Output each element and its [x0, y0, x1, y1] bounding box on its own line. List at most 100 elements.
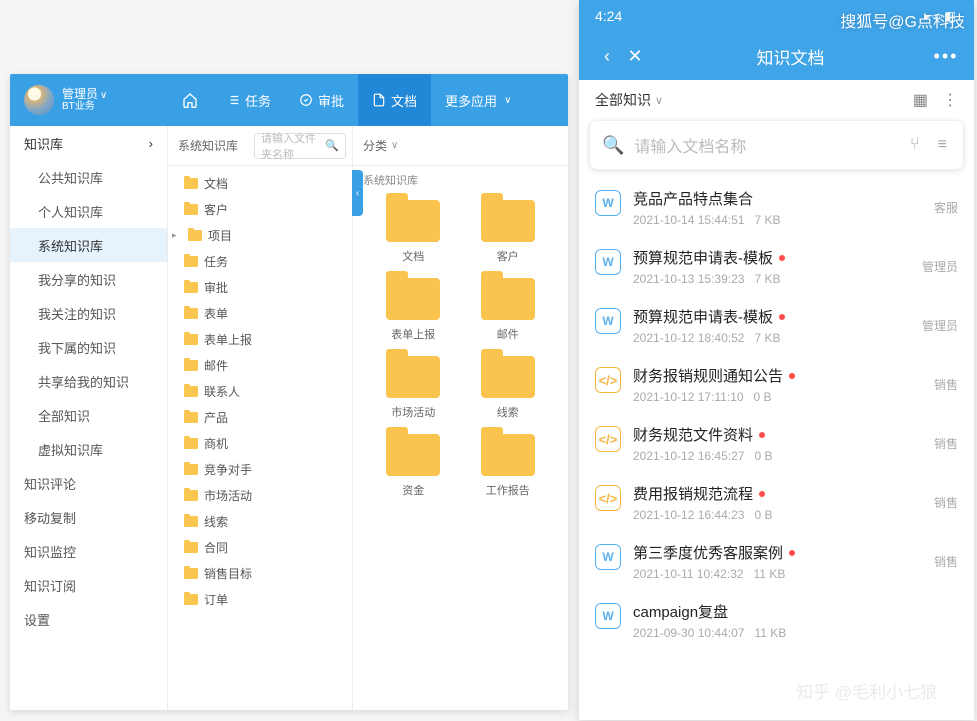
user-block[interactable]: 管理员∨ BT业务: [10, 85, 168, 115]
folder-icon: [386, 356, 440, 398]
list-item[interactable]: W第三季度优秀客服案例2021-10-11 10:42:3211 KB销售: [579, 532, 974, 591]
word-doc-icon: W: [595, 544, 621, 570]
folder-label: 线索: [497, 404, 519, 420]
tree-item[interactable]: ▸项目: [168, 222, 352, 248]
filter-label: 全部知识: [595, 90, 651, 110]
nav-more[interactable]: 更多应用 ∨: [431, 74, 525, 126]
folder-cell[interactable]: 邮件: [466, 278, 551, 342]
grid-category-label: 分类: [363, 137, 387, 154]
item-owner: 管理员: [922, 258, 958, 275]
sidebar-section[interactable]: 知识监控: [10, 534, 167, 568]
list-item[interactable]: Wcampaign复盘2021-09-30 10:44:0711 KB: [579, 591, 974, 650]
sidebar-item[interactable]: 公共知识库: [10, 160, 167, 194]
chevron-down-icon: ∨: [504, 95, 511, 106]
collapse-handle[interactable]: ‹: [352, 170, 363, 216]
sidebar-section[interactable]: 知识订阅: [10, 568, 167, 602]
sidebar-item[interactable]: 全部知识: [10, 398, 167, 432]
folder-cell[interactable]: 工作报告: [466, 434, 551, 498]
item-title: 预算规范申请表-模板: [633, 247, 910, 268]
tree-item[interactable]: 邮件: [168, 352, 352, 378]
folder-icon: [386, 434, 440, 476]
sidebar-item[interactable]: 共享给我的知识: [10, 364, 167, 398]
tree-item-label: 联系人: [204, 383, 240, 400]
tree-item[interactable]: 订单: [168, 586, 352, 612]
folder-icon: [184, 516, 198, 527]
sidebar-item[interactable]: 虚拟知识库: [10, 432, 167, 466]
tree-item[interactable]: 产品: [168, 404, 352, 430]
sidebar-item[interactable]: 我下属的知识: [10, 330, 167, 364]
sidebar: 知识库 › 公共知识库个人知识库系统知识库我分享的知识我关注的知识我下属的知识共…: [10, 126, 168, 710]
word-doc-icon: W: [595, 603, 621, 629]
more-icon[interactable]: •••: [932, 46, 960, 67]
grid-view-icon[interactable]: ▦: [913, 90, 928, 110]
item-meta: 2021-10-11 10:42:3211 KB: [633, 567, 922, 581]
grid-header[interactable]: 分类 ∨: [353, 126, 568, 166]
unread-dot-icon: [789, 373, 795, 379]
code-doc-icon: </>: [595, 367, 621, 393]
list-item[interactable]: W竞品产品特点集合2021-10-14 15:44:517 KB客服: [579, 178, 974, 237]
unread-dot-icon: [779, 255, 785, 261]
tree-search[interactable]: 请输入文件夹名称 🔍: [254, 133, 346, 159]
sidebar-header[interactable]: 知识库 ›: [10, 126, 167, 160]
code-doc-icon: </>: [595, 426, 621, 452]
tree-item-label: 商机: [204, 435, 228, 452]
sidebar-item[interactable]: 个人知识库: [10, 194, 167, 228]
mobile-search[interactable]: 🔍 请输入文档名称 ⑂ ≡: [589, 120, 964, 170]
nav-tasks[interactable]: 任务: [212, 74, 285, 126]
list-item[interactable]: </>费用报销规范流程2021-10-12 16:44:230 B销售: [579, 473, 974, 532]
tree-item-label: 客户: [204, 201, 228, 218]
back-icon[interactable]: ‹: [593, 46, 621, 67]
tree-item[interactable]: 竞争对手: [168, 456, 352, 482]
tree-item[interactable]: 商机: [168, 430, 352, 456]
folder-icon: [184, 386, 198, 397]
tree-item[interactable]: 销售目标: [168, 560, 352, 586]
tree-item[interactable]: 线索: [168, 508, 352, 534]
list-item[interactable]: </>财务报销规则通知公告2021-10-12 17:11:100 B销售: [579, 355, 974, 414]
tree-item[interactable]: 文档: [168, 170, 352, 196]
tree-item[interactable]: 表单: [168, 300, 352, 326]
folder-cell[interactable]: 客户: [466, 200, 551, 264]
sidebar-section[interactable]: 知识评论: [10, 466, 167, 500]
item-title: 第三季度优秀客服案例: [633, 542, 922, 563]
sidebar-item[interactable]: 我关注的知识: [10, 296, 167, 330]
close-icon[interactable]: ✕: [621, 46, 649, 67]
list-item[interactable]: W预算规范申请表-模板2021-10-13 15:39:237 KB管理员: [579, 237, 974, 296]
tree-item[interactable]: 任务: [168, 248, 352, 274]
folder-icon: [184, 308, 198, 319]
folder-cell[interactable]: 表单上报: [371, 278, 456, 342]
mobile-window: 4:24 ▸▫▫◧ ‹ ✕ 知识文档 ••• 全部知识 ∨ ▦ ⋮ 🔍 请输入文…: [579, 0, 974, 720]
sidebar-item[interactable]: 我分享的知识: [10, 262, 167, 296]
tree-item[interactable]: 审批: [168, 274, 352, 300]
item-owner: 管理员: [922, 317, 958, 334]
list-item[interactable]: W预算规范申请表-模板2021-10-12 18:40:527 KB管理员: [579, 296, 974, 355]
search-icon: 🔍: [602, 135, 624, 156]
filter-bar[interactable]: 全部知识 ∨ ▦ ⋮: [579, 80, 974, 120]
chevron-down-icon: ∨: [100, 90, 107, 101]
sort-icon[interactable]: ≡: [934, 136, 951, 154]
tree-item-label: 任务: [204, 253, 228, 270]
tree-item[interactable]: 联系人: [168, 378, 352, 404]
nav-approval[interactable]: 审批: [285, 74, 358, 126]
item-meta: 2021-10-12 17:11:100 B: [633, 390, 922, 404]
folder-icon: [184, 438, 198, 449]
nav-docs[interactable]: 文档: [358, 74, 431, 126]
folder-cell[interactable]: 资金: [371, 434, 456, 498]
mobile-title: 知识文档: [649, 44, 932, 69]
tree-item[interactable]: 表单上报: [168, 326, 352, 352]
nav-home[interactable]: [168, 74, 212, 126]
folder-cell[interactable]: 市场活动: [371, 356, 456, 420]
sidebar-section[interactable]: 设置: [10, 602, 167, 636]
tree-item[interactable]: 市场活动: [168, 482, 352, 508]
filter-icon[interactable]: ⑂: [906, 136, 924, 154]
sidebar-item[interactable]: 系统知识库: [10, 228, 167, 262]
search-placeholder: 请输入文件夹名称: [261, 130, 325, 162]
menu-icon[interactable]: ⋮: [942, 90, 958, 110]
tree-item[interactable]: 客户: [168, 196, 352, 222]
home-icon: [182, 92, 198, 108]
tree-item[interactable]: 合同: [168, 534, 352, 560]
item-owner: 销售: [934, 376, 958, 393]
list-item[interactable]: </>财务规范文件资料2021-10-12 16:45:270 B销售: [579, 414, 974, 473]
folder-cell[interactable]: 线索: [466, 356, 551, 420]
sidebar-section[interactable]: 移动复制: [10, 500, 167, 534]
folder-cell[interactable]: 文档: [371, 200, 456, 264]
